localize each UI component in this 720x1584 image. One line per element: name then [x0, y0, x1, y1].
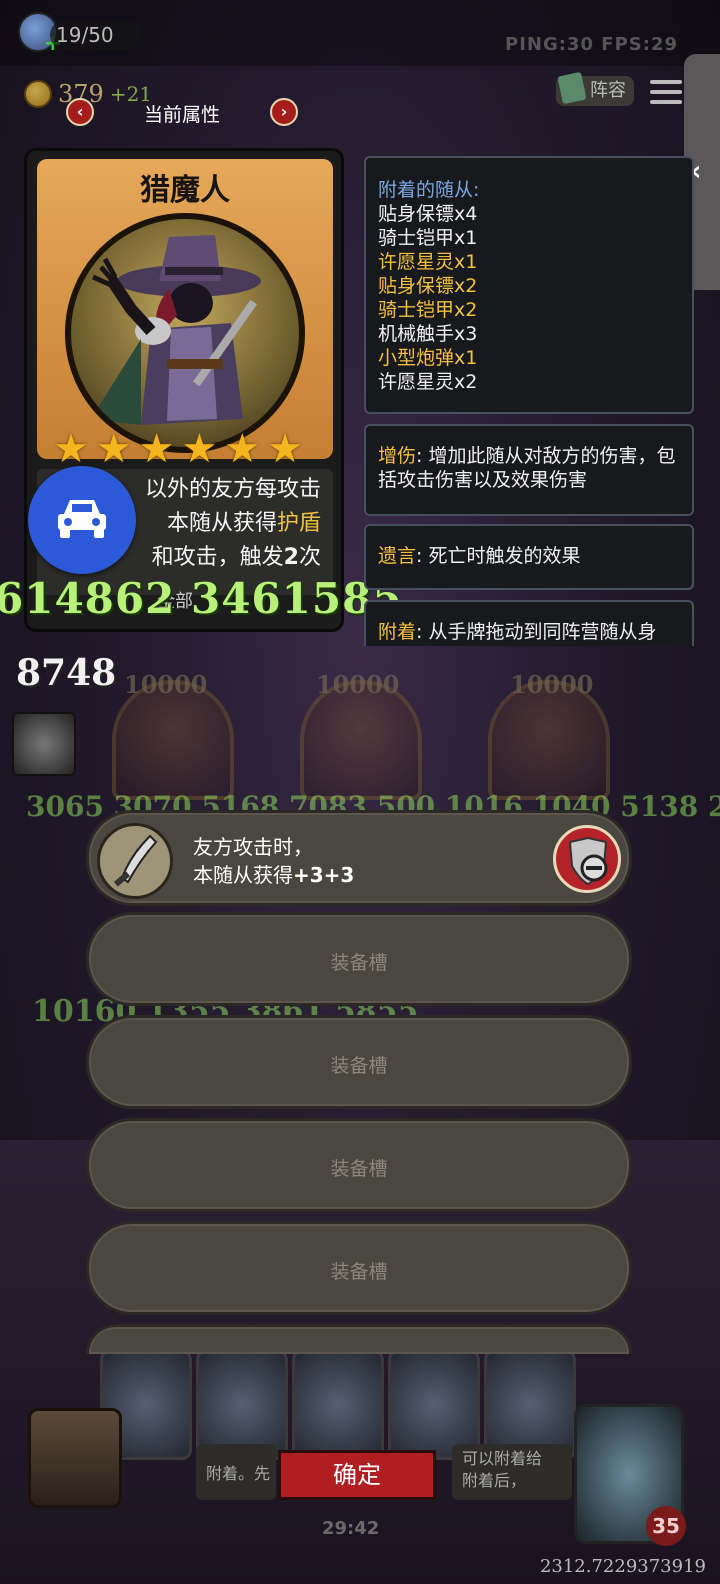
keyword-panel-deathrattle: 遗言: 死亡时触发的效果 — [364, 524, 694, 590]
hand-card-tooltip: 可以附着给 附着后， — [452, 1444, 572, 1500]
star-icon: ★ — [224, 426, 261, 472]
equipment-slot-filled[interactable]: 友方攻击时， 本随从获得+3+3 — [86, 810, 632, 906]
keyword-label: 遗言 — [378, 545, 417, 567]
keyword-label: 附着 — [378, 621, 417, 643]
attached-item: 骑士铠甲x2 — [378, 299, 478, 321]
small-hero-portrait[interactable] — [12, 712, 76, 776]
desc-line: 以外的友方每攻击 — [144, 477, 321, 502]
car-icon — [58, 500, 106, 538]
equipment-effect: 友方攻击时， 本随从获得+3+3 — [193, 833, 354, 889]
equipment-slot-empty[interactable]: 装备槽 — [86, 912, 632, 1006]
hero-hp-badge: 35 — [646, 1506, 686, 1546]
star-icon: ★ — [53, 426, 89, 472]
prev-arrow-button[interactable]: ‹ — [66, 98, 94, 126]
attribute-title: 当前属性 — [143, 104, 220, 126]
blade-icon — [97, 823, 173, 899]
star-icon: ★ — [267, 426, 303, 472]
card-frame: 猎魔人 — [37, 159, 333, 459]
attached-title: 附着的随从: — [378, 179, 480, 201]
star-icon: ★ — [181, 426, 218, 472]
round-timer: 29:42 — [322, 1518, 380, 1539]
unit-count: 8748 — [16, 652, 117, 694]
keyword-text: : 死亡时触发的效果 — [416, 545, 581, 567]
slot-label: 装备槽 — [330, 1158, 388, 1180]
desc-line: 本随从获得护盾 — [166, 511, 321, 536]
attached-item: 许愿星灵x2 — [378, 371, 478, 393]
attached-item: 贴身保镖x2 — [378, 275, 478, 297]
keyword-panel-attach: 附着: 从手牌拖动到同阵营随从身 — [364, 600, 694, 646]
equipment-slot-partial[interactable] — [86, 1324, 632, 1354]
star-icon: ★ — [138, 426, 175, 472]
equipment-slot-empty[interactable]: 装备槽 — [86, 1221, 632, 1315]
shield-keyword: 护盾 — [276, 511, 321, 536]
coordinate-readout: 2312.7229373919 — [539, 1556, 706, 1577]
star-icon: ★ — [95, 426, 132, 472]
star-rating: ★ ★ ★ ★ ★ ★ — [53, 429, 303, 469]
equipment-line: 友方攻击时， — [193, 835, 313, 859]
hand-card-tooltip: 附着。先 — [196, 1444, 276, 1500]
attached-item: 机械触手x3 — [378, 323, 478, 345]
desc-line: 和攻击，触发2次 — [151, 545, 321, 570]
hero-name: 猎魔人 — [140, 173, 230, 208]
player-count: 19/50 — [50, 20, 142, 50]
keyword-text: : 从手牌拖动到同阵营随从身 — [416, 621, 657, 643]
hero-portrait — [65, 213, 305, 453]
confirm-button[interactable]: 确定 — [278, 1450, 436, 1500]
equipment-slot-empty[interactable]: 装备槽 — [86, 1015, 632, 1109]
equipment-line: 本随从获得+3+3 — [193, 863, 355, 887]
slot-label: 装备槽 — [330, 1261, 388, 1283]
keyword-panel-damage-boost: 增伤: 增加此随从对敌方的伤害，包括攻击伤害以及效果伤害 — [364, 424, 694, 516]
menu-icon[interactable] — [650, 80, 682, 104]
slot-label: 装备槽 — [330, 952, 388, 974]
next-arrow-button[interactable]: › — [270, 98, 298, 126]
attached-minions-panel: 附着的随从: 贴身保镖x4 骑士铠甲x1 许愿星灵x1 贴身保镖x2 骑士铠甲x… — [364, 156, 694, 414]
keyword-label: 增伤 — [378, 445, 417, 467]
board-slot-value: 10000 — [510, 670, 594, 699]
slot-label: 装备槽 — [330, 1055, 388, 1077]
keyword-text: : 增加此随从对敌方的伤害，包括攻击伤害以及效果伤害 — [378, 445, 676, 491]
unequip-button[interactable] — [553, 825, 621, 893]
board-slot-value: 10000 — [316, 670, 400, 699]
equipment-slot-empty[interactable]: 装备槽 — [86, 1118, 632, 1212]
hand-card[interactable] — [292, 1350, 384, 1460]
damage-number: 614862 3461585 — [0, 574, 403, 623]
attached-item: 许愿星灵x1 — [378, 251, 478, 273]
network-stats: PING:30 FPS:29 — [505, 34, 678, 55]
coin-icon — [24, 80, 52, 108]
lineup-button[interactable]: 阵容 — [556, 76, 634, 106]
shield-minus-icon — [568, 836, 608, 886]
attached-item: 贴身保镖x4 — [378, 203, 478, 225]
attached-item: 骑士铠甲x1 — [378, 227, 478, 249]
car-floating-button[interactable] — [28, 466, 136, 574]
chest-icon[interactable] — [28, 1408, 122, 1508]
attached-item: 小型炮弹x1 — [378, 347, 478, 369]
board-slot-value: 10000 — [124, 670, 208, 699]
attribute-header: 当前属性 ‹ › — [66, 98, 298, 128]
